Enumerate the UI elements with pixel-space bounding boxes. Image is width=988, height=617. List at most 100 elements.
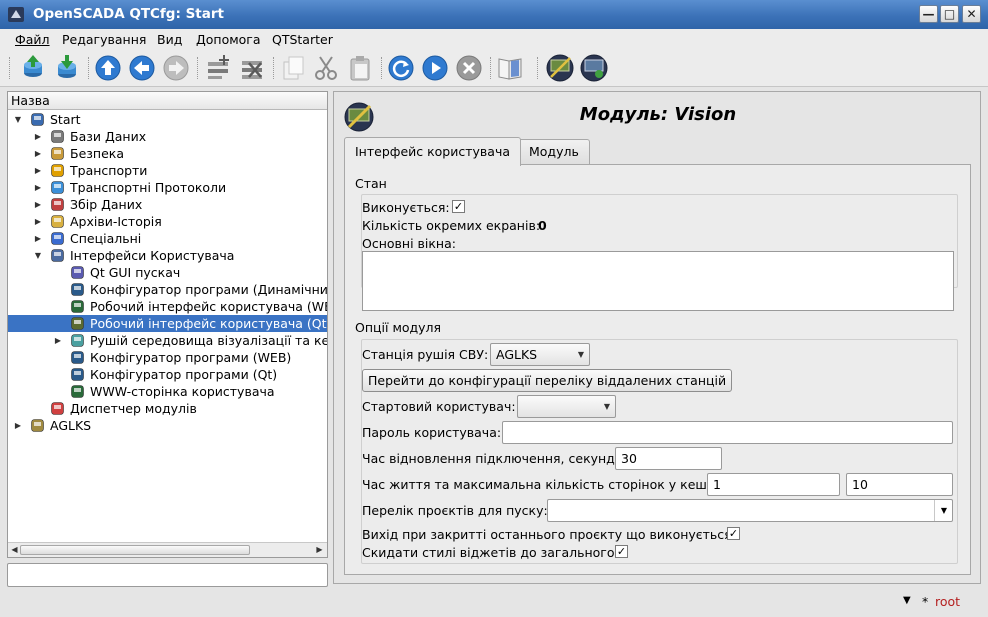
- tree-horizontal-scrollbar[interactable]: ◀ ▶: [8, 542, 327, 557]
- tree-item[interactable]: Qt GUI пускач: [8, 264, 327, 281]
- tree-item[interactable]: ▶ Безпека: [8, 145, 327, 162]
- state-group-title: Стан: [355, 176, 387, 191]
- tree-item-label: Робочий інтерфейс користувача (Qt): [90, 316, 327, 331]
- cut-button[interactable]: [311, 53, 341, 83]
- vision-runtime-icon: [580, 54, 608, 82]
- db-save-button[interactable]: [52, 53, 82, 83]
- delete-item-button[interactable]: [237, 53, 267, 83]
- start-user-select[interactable]: ▼: [517, 395, 616, 418]
- tree-item[interactable]: WWW-сторінка користувача: [8, 383, 327, 400]
- module-panel: Модуль: Vision Інтерфейс користувача Мод…: [333, 91, 981, 584]
- cut-icon: [315, 56, 337, 80]
- start-button[interactable]: [420, 53, 450, 83]
- tree-item-label: Qt GUI пускач: [90, 265, 181, 280]
- expand-arrow-icon[interactable]: ▶: [13, 417, 23, 434]
- forward-button[interactable]: [161, 53, 191, 83]
- drop-styles-checkbox[interactable]: ✓: [615, 545, 628, 558]
- add-item-icon: [208, 55, 229, 79]
- qt-starter-icon: [70, 265, 85, 280]
- back-button[interactable]: [127, 53, 157, 83]
- tree-item[interactable]: Робочий інтерфейс користувача (WEB: [8, 298, 327, 315]
- tree-item[interactable]: Робочий інтерфейс користувача (Qt): [8, 315, 327, 332]
- toolbar-handle[interactable]: [9, 57, 11, 79]
- db-load-button[interactable]: [18, 53, 48, 83]
- expand-arrow-icon[interactable]: ▶: [33, 145, 43, 162]
- expand-arrow-icon[interactable]: ▶: [53, 332, 63, 349]
- menu-qtstarter[interactable]: QTStarter: [272, 29, 333, 50]
- expand-arrow-icon[interactable]: ▶: [33, 196, 43, 213]
- stop-button[interactable]: [454, 53, 484, 83]
- tree-item[interactable]: Конфігуратор програми (Qt): [8, 366, 327, 383]
- running-checkbox[interactable]: ✓: [452, 200, 465, 213]
- tree-header[interactable]: Назва: [8, 92, 327, 110]
- refresh-button[interactable]: [386, 53, 416, 83]
- vision-icon: [70, 316, 85, 331]
- configurator-icon: [70, 282, 85, 297]
- scroll-right-icon[interactable]: ▶: [314, 543, 325, 557]
- station-icon: [30, 112, 45, 127]
- expand-arrow-icon[interactable]: ▶: [33, 128, 43, 145]
- main-windows-textarea[interactable]: [362, 251, 954, 311]
- cache-time-input[interactable]: 1: [707, 473, 840, 496]
- page-title: Модуль: Vision: [579, 104, 737, 125]
- vision-module-button[interactable]: [545, 53, 575, 83]
- collapse-arrow-icon[interactable]: ▼: [13, 111, 23, 128]
- tree-filter-input[interactable]: [7, 563, 328, 587]
- tree-item[interactable]: ▼ Інтерфейси Користувача: [8, 247, 327, 264]
- exit-last-checkbox[interactable]: ✓: [727, 527, 740, 540]
- vision-runtime-button[interactable]: [579, 53, 609, 83]
- vcs-station-select[interactable]: AGLKS ▼: [490, 343, 590, 366]
- tree-item[interactable]: ▶ Рушій середовища візуалізації та кер: [8, 332, 327, 349]
- tab-module[interactable]: Модуль: [518, 139, 590, 165]
- tree-item[interactable]: ▶ Спеціальні: [8, 230, 327, 247]
- minimize-button[interactable]: —: [919, 5, 938, 23]
- scroll-left-icon[interactable]: ◀: [9, 543, 20, 557]
- status-menu-icon[interactable]: ▼: [903, 595, 911, 606]
- ui-icon: [50, 248, 65, 263]
- expand-arrow-icon[interactable]: ▶: [33, 213, 43, 230]
- remote-stations-button[interactable]: Перейти до конфігурації переліку віддале…: [362, 369, 733, 392]
- tree-item[interactable]: ▶ Транспортні Протоколи: [8, 179, 327, 196]
- menu-edit[interactable]: Редагування: [62, 29, 146, 50]
- paste-button[interactable]: [345, 53, 375, 83]
- expand-arrow-icon[interactable]: ▶: [33, 179, 43, 196]
- tab-user-interface[interactable]: Інтерфейс користувача: [344, 137, 521, 166]
- collapse-arrow-icon[interactable]: ▼: [33, 247, 43, 264]
- maximize-button[interactable]: □: [940, 5, 959, 23]
- tree-item[interactable]: ▶ Бази Даних: [8, 128, 327, 145]
- title-bar[interactable]: OpenSCADA QTCfg: Start — □ ✕: [0, 0, 988, 29]
- copy-button[interactable]: [278, 53, 308, 83]
- tree-item[interactable]: Диспетчер модулів: [8, 400, 327, 417]
- scroll-thumb[interactable]: [20, 545, 250, 555]
- chevron-down-icon[interactable]: ▼: [933, 500, 947, 521]
- up-button[interactable]: [93, 53, 123, 83]
- tree-item-label: Безпека: [70, 146, 124, 161]
- transport-icon: [50, 163, 65, 178]
- tree-item[interactable]: ▶ Збір Даних: [8, 196, 327, 213]
- menu-view[interactable]: Вид: [157, 29, 182, 50]
- expand-arrow-icon[interactable]: ▶: [33, 162, 43, 179]
- tree-item[interactable]: ▶ Транспорти: [8, 162, 327, 179]
- close-button[interactable]: ✕: [962, 5, 981, 23]
- restore-time-input[interactable]: 30: [615, 447, 722, 470]
- projects-combo[interactable]: ▼: [547, 499, 953, 522]
- add-item-button[interactable]: [203, 53, 233, 83]
- state-group: Виконується: ✓ Кількість окремих екранів…: [361, 194, 958, 311]
- refresh-icon: [388, 55, 414, 81]
- manual-button[interactable]: [495, 53, 525, 83]
- tree-item[interactable]: ▶ Архіви-Історія: [8, 213, 327, 230]
- running-label: Виконується:: [362, 200, 450, 215]
- cache-pages-input[interactable]: 10: [846, 473, 953, 496]
- navigation-tree[interactable]: Назва ▼ Start ▶ Бази Даних ▶ Безпека ▶ Транспор…: [7, 91, 328, 558]
- tree-item[interactable]: ▶ AGLKS: [8, 417, 327, 434]
- menu-file[interactable]: Файл: [15, 29, 50, 50]
- user-password-input[interactable]: [502, 421, 953, 444]
- tree-item[interactable]: Конфігуратор програми (Динамічний: [8, 281, 327, 298]
- manual-icon: [498, 58, 522, 80]
- expand-arrow-icon[interactable]: ▶: [33, 230, 43, 247]
- tree-item[interactable]: ▼ Start: [8, 111, 327, 128]
- menu-help[interactable]: Допомога: [196, 29, 261, 50]
- tree-item-label: Рушій середовища візуалізації та кер: [90, 333, 327, 348]
- tree-item[interactable]: Конфігуратор програми (WEB): [8, 349, 327, 366]
- status-user[interactable]: root: [935, 594, 960, 609]
